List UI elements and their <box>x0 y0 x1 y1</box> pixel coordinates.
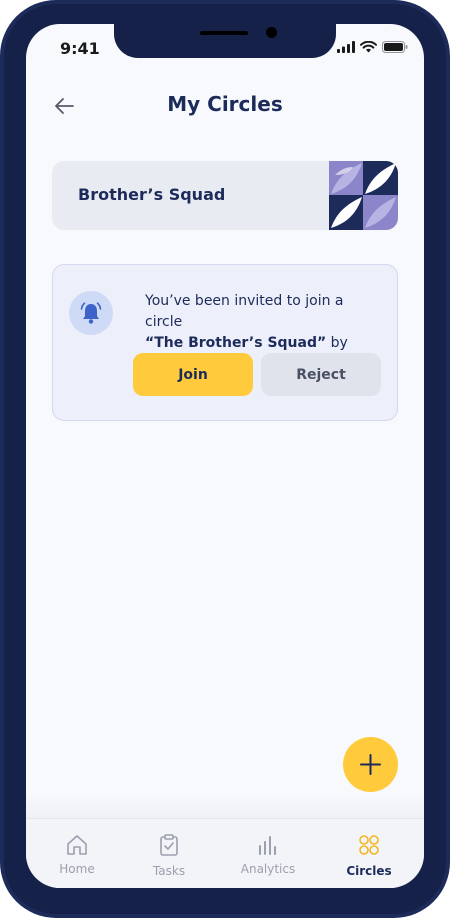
reject-button[interactable]: Reject <box>261 353 381 396</box>
tab-tasks[interactable]: Tasks <box>124 819 214 888</box>
app-header: My Circles <box>26 86 424 126</box>
clipboard-check-icon <box>160 834 178 856</box>
tab-label-tasks: Tasks <box>152 864 186 878</box>
invite-card: You’ve been invited to join a circle “Th… <box>52 264 398 421</box>
tab-analytics[interactable]: Analytics <box>223 819 313 888</box>
tab-label-analytics: Analytics <box>240 862 296 876</box>
bar-chart-icon <box>259 836 276 855</box>
tab-circles[interactable]: Circles <box>324 819 414 888</box>
status-icons <box>337 41 408 53</box>
app-screen: 9:41 My Circles Brother’s Squad You’ve b… <box>26 24 424 888</box>
cellular-signal-icon <box>337 41 355 53</box>
circle-cover-image <box>329 161 398 230</box>
battery-icon <box>382 41 408 53</box>
bottom-tab-bar: Home Tasks Analytics Circles <box>26 818 424 888</box>
device-notch <box>114 24 336 58</box>
plus-icon <box>360 754 381 775</box>
add-circle-button[interactable] <box>343 737 398 792</box>
wifi-icon <box>360 41 377 53</box>
tabbar-shadow <box>26 794 424 820</box>
tab-label-circles: Circles <box>346 864 392 878</box>
tab-label-home: Home <box>59 862 95 876</box>
join-button[interactable]: Join <box>133 353 253 396</box>
circle-card[interactable]: Brother’s Squad <box>52 161 398 230</box>
invite-line: You’ve been invited to join a circle <box>145 293 344 330</box>
camera-icon <box>266 27 277 38</box>
home-icon <box>67 835 87 855</box>
circles-icon <box>359 835 379 855</box>
speaker-grille <box>200 31 248 35</box>
status-time: 9:41 <box>60 39 100 58</box>
circle-name: Brother’s Squad <box>78 185 226 204</box>
invited-circle-name: “The Brother’s Squad” <box>145 335 327 351</box>
bell-badge <box>69 291 113 335</box>
tab-home[interactable]: Home <box>32 819 122 888</box>
bell-icon <box>80 302 102 324</box>
page-title: My Circles <box>167 92 283 116</box>
